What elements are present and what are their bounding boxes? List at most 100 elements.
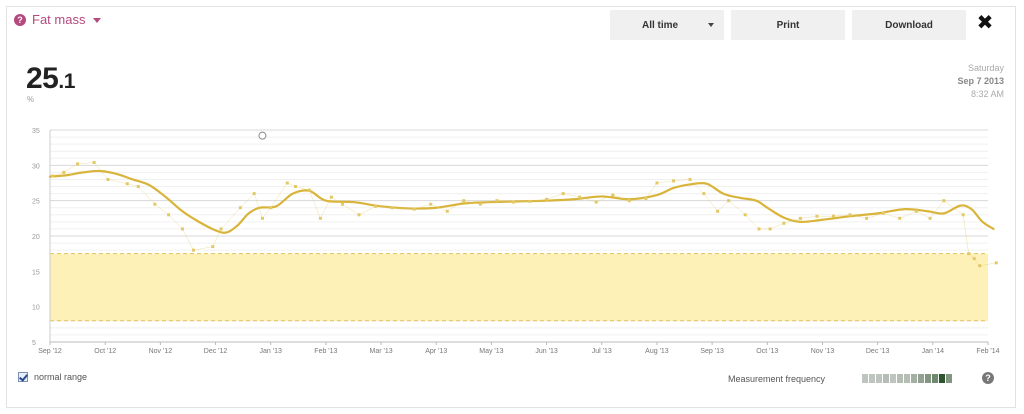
x-tick-label: Jul '13	[592, 348, 612, 355]
measurement-point	[743, 213, 747, 217]
measurement-point	[167, 213, 171, 217]
frequency-cell	[918, 374, 924, 383]
x-tick-label: Jun '13	[535, 348, 557, 355]
measurement-point	[702, 192, 706, 196]
measurement-point	[374, 204, 378, 208]
measurement-point	[153, 202, 157, 206]
measurement-point	[528, 199, 532, 203]
measurement-point	[238, 206, 242, 210]
y-tick-label: 30	[32, 163, 40, 170]
y-tick-label: 15	[32, 269, 40, 276]
y-tick-label: 35	[32, 128, 40, 135]
measurement-point	[390, 206, 394, 210]
measurement-point	[967, 252, 971, 256]
measurement-point	[688, 177, 692, 181]
measurement-point	[269, 206, 273, 210]
frequency-cell	[890, 374, 896, 383]
measurement-point	[136, 185, 140, 189]
measurement-point	[611, 193, 615, 197]
measurement-point	[478, 202, 482, 206]
measurement-point	[495, 199, 499, 203]
measurement-point	[51, 174, 55, 178]
measurement-point	[511, 200, 515, 204]
normal-range-toggle[interactable]: normal range	[18, 372, 87, 382]
measurement-point	[76, 162, 80, 166]
x-tick-label: Feb '13	[314, 348, 337, 355]
measurement-point	[716, 209, 720, 213]
frequency-cell	[904, 374, 910, 383]
measurement-point	[815, 214, 819, 218]
measurement-point	[994, 261, 998, 265]
y-axis: 5 10 15 20 25 30 35	[32, 128, 51, 347]
measurement-point	[62, 170, 66, 174]
frequency-cell	[862, 374, 868, 383]
measurement-point	[106, 177, 110, 181]
measurement-point	[307, 188, 311, 192]
fat-mass-chart[interactable]: 5 10 15 20 25 30 35 Sep '12 Oct '12 Nov '12 Dec '…	[0, 0, 1024, 414]
x-tick-label: Feb '14	[976, 348, 999, 355]
measurement-point	[865, 216, 869, 220]
y-tick-label: 10	[32, 305, 40, 312]
x-tick-label: Oct '12	[94, 348, 116, 355]
frequency-cell	[932, 374, 938, 383]
measurement-point	[848, 213, 852, 217]
measurement-point	[180, 227, 184, 231]
measurement-point	[928, 216, 932, 220]
measurement-point	[412, 207, 416, 211]
measurement-point	[594, 200, 598, 204]
frequency-cell	[883, 374, 889, 383]
measurement-point	[782, 221, 786, 225]
x-tick-label: Apr '13	[425, 348, 447, 355]
x-tick-label: Dec '13	[866, 348, 890, 355]
help-icon[interactable]: ?	[982, 372, 994, 384]
measurement-point	[545, 197, 549, 201]
measurement-point	[219, 227, 223, 231]
measurement-point	[914, 209, 918, 213]
measurement-point	[961, 213, 965, 217]
frequency-cell	[869, 374, 875, 383]
measurement-point	[655, 181, 659, 185]
measurement-point	[798, 216, 802, 220]
comment-icon	[258, 131, 267, 140]
frequency-cell	[876, 374, 882, 383]
y-tick-label: 5	[32, 340, 36, 347]
y-tick-label: 25	[32, 199, 40, 206]
frequency-label: Measurement frequency	[728, 374, 826, 384]
measurement-point	[429, 202, 433, 206]
normal-range-checkbox[interactable]	[18, 372, 28, 382]
measurement-point	[357, 213, 361, 217]
normal-range-fill	[50, 253, 988, 321]
measurement-point	[561, 192, 565, 196]
normal-range-label: normal range	[34, 372, 88, 382]
y-tick-label: 20	[32, 234, 40, 241]
normal-range-band	[50, 253, 988, 322]
x-tick-label: Nov '12	[149, 348, 173, 355]
frequency-cell	[939, 374, 945, 383]
x-tick-label: Sep '13	[700, 348, 724, 355]
x-axis: Sep '12 Oct '12 Nov '12 Dec '12 Jan '13 Feb '…	[38, 341, 1000, 355]
measurement-point	[92, 161, 96, 165]
measurement-point	[942, 199, 946, 203]
x-tick-label: Sep '12	[38, 348, 62, 355]
measurement-point	[972, 257, 976, 261]
measurement-point	[191, 248, 195, 252]
frequency-cell	[925, 374, 931, 383]
measurement-point	[644, 197, 648, 201]
x-tick-label: Aug '13	[645, 348, 669, 355]
x-tick-label: Oct '13	[756, 348, 778, 355]
measurement-point	[285, 181, 289, 185]
measurement-point	[627, 199, 631, 203]
frequency-cell	[911, 374, 917, 383]
x-tick-label: Jan '13	[260, 348, 282, 355]
x-tick-label: Mar '13	[369, 348, 392, 355]
measurement-point	[757, 227, 761, 231]
measurement-point	[329, 195, 333, 199]
measurement-point	[727, 199, 731, 203]
measurement-point	[898, 216, 902, 220]
x-tick-label: Nov '13	[811, 348, 835, 355]
measurement-point	[578, 195, 582, 199]
measurement-point	[671, 179, 675, 183]
measurement-point	[340, 202, 344, 206]
x-tick-label: May '13	[479, 348, 503, 355]
measurement-point	[445, 209, 449, 213]
